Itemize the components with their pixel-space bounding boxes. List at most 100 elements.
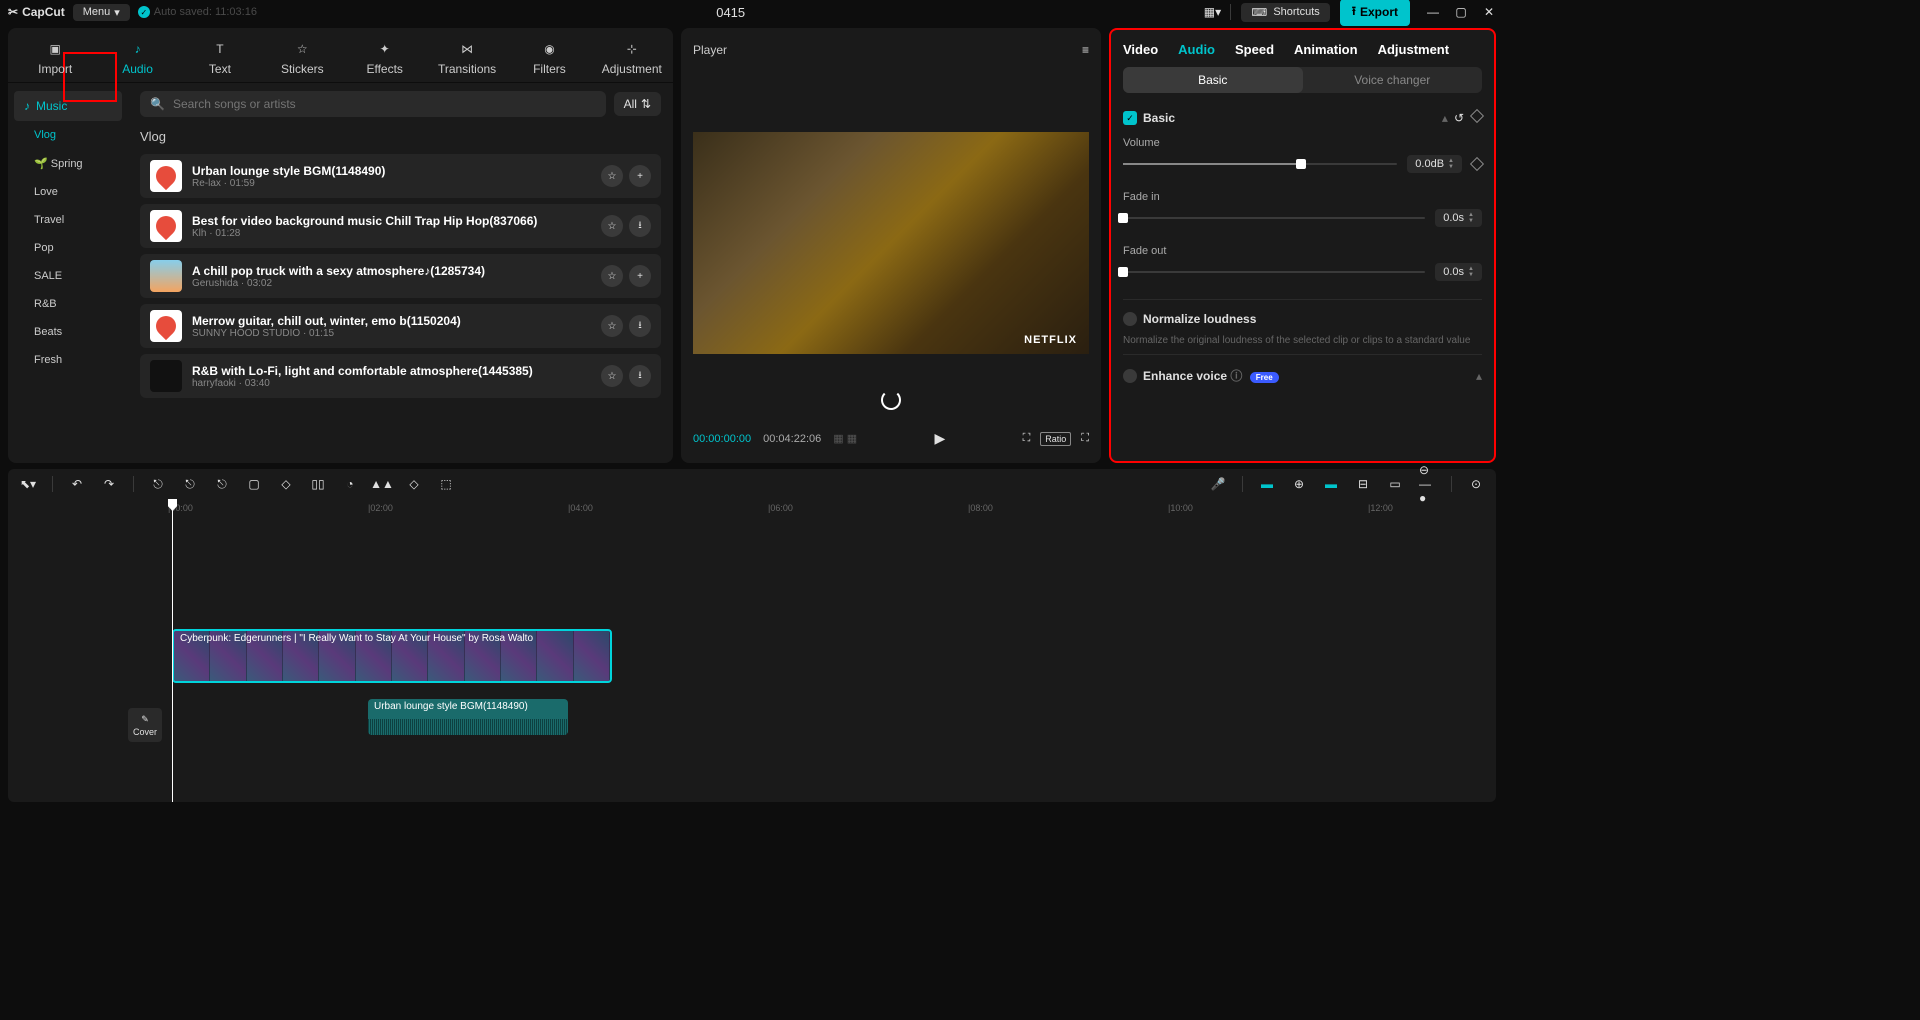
normalize-checkbox[interactable] [1123, 312, 1137, 326]
playhead[interactable] [172, 499, 173, 802]
split-right-icon[interactable]: ⎋ [214, 476, 230, 492]
redo-icon[interactable]: ↷ [101, 476, 117, 492]
play-button[interactable]: ▶ [934, 430, 945, 447]
track-item[interactable]: A chill pop truck with a sexy atmosphere… [140, 254, 661, 298]
volume-value[interactable]: 0.0dB▲▼ [1407, 155, 1462, 173]
media-tab-effects[interactable]: ✦Effects [344, 34, 426, 82]
audio-clip[interactable]: Urban lounge style BGM(1148490) [368, 699, 568, 735]
undo-icon[interactable]: ↶ [69, 476, 85, 492]
time-current: 00:00:00:00 [693, 433, 751, 445]
export-button[interactable]: ⭱Export [1340, 0, 1410, 26]
cursor-icon[interactable]: ⬉▾ [20, 476, 36, 492]
basic-checkbox[interactable]: ✓ [1123, 111, 1137, 125]
sidebar-item-sale[interactable]: SALE [8, 262, 128, 290]
track-item[interactable]: R&B with Lo-Fi, light and comfortable at… [140, 354, 661, 398]
info-icon[interactable]: ⓘ [1230, 369, 1242, 383]
props-tab-video[interactable]: Video [1123, 42, 1158, 57]
favorite-icon[interactable]: ☆ [601, 265, 623, 287]
cover-button[interactable]: ✎Cover [128, 708, 162, 742]
download-icon[interactable]: ⭳ [629, 215, 651, 237]
sidebar-item-love[interactable]: Love [8, 178, 128, 206]
delete-icon[interactable]: ▢ [246, 476, 262, 492]
media-tab-import[interactable]: ▣Import [14, 34, 96, 82]
crop-icon[interactable]: ⬚ [438, 476, 454, 492]
media-tab-adjustment[interactable]: ⊹Adjustment [591, 34, 673, 82]
props-tab-speed[interactable]: Speed [1235, 42, 1274, 57]
zoom-fit-icon[interactable]: ⊙ [1468, 476, 1484, 492]
props-tab-audio[interactable]: Audio [1178, 42, 1215, 57]
media-tab-filters[interactable]: ◉Filters [508, 34, 590, 82]
sub-tab-voice-changer[interactable]: Voice changer [1303, 67, 1483, 93]
mirror-icon[interactable]: ▲▲ [374, 476, 390, 492]
video-clip[interactable]: Cyberpunk: Edgerunners | "I Really Want … [172, 629, 612, 683]
media-tab-audio[interactable]: ♪Audio [96, 34, 178, 82]
track-item[interactable]: Urban lounge style BGM(1148490) Re-lax ·… [140, 154, 661, 198]
volume-slider[interactable] [1123, 163, 1397, 165]
sidebar-item-spring[interactable]: 🌱 Spring [8, 149, 128, 178]
media-tab-stickers[interactable]: ☆Stickers [261, 34, 343, 82]
sidebar-item-r&b[interactable]: R&B [8, 290, 128, 318]
download-icon[interactable]: ⭳ [629, 365, 651, 387]
split-left-icon[interactable]: ⎋ [182, 476, 198, 492]
keyframe-icon[interactable] [1470, 109, 1484, 123]
ratio-button[interactable]: Ratio [1040, 432, 1071, 446]
adjustment-icon: ⊹ [623, 40, 641, 58]
align-icon[interactable]: ⊕ [1291, 476, 1307, 492]
media-tab-transitions[interactable]: ⋈Transitions [426, 34, 508, 82]
sidebar-item-vlog[interactable]: Vlog [8, 121, 128, 149]
sidebar-item-pop[interactable]: Pop [8, 234, 128, 262]
favorite-icon[interactable]: ☆ [601, 365, 623, 387]
split-icon[interactable]: ⎋ [150, 476, 166, 492]
chevron-icon[interactable]: ▴ [1476, 369, 1482, 383]
fadein-value[interactable]: 0.0s▲▼ [1435, 209, 1482, 227]
ruler-mark: |08:00 [968, 503, 993, 513]
favorite-icon[interactable]: ☆ [601, 315, 623, 337]
fadein-slider[interactable] [1123, 217, 1425, 219]
track-item[interactable]: Best for video background music Chill Tr… [140, 204, 661, 248]
preview-icon[interactable]: ▭ [1387, 476, 1403, 492]
keyframe-icon[interactable] [1470, 157, 1484, 171]
favorite-icon[interactable]: ☆ [601, 165, 623, 187]
minimize-icon[interactable]: — [1426, 5, 1440, 19]
search-input[interactable] [173, 97, 596, 111]
plus-icon[interactable]: + [629, 265, 651, 287]
player-viewport[interactable]: NETFLIX [693, 132, 1089, 355]
fullscreen-icon[interactable]: ⛶ [1081, 432, 1089, 445]
favorite-icon[interactable]: ☆ [601, 215, 623, 237]
props-tab-animation[interactable]: Animation [1294, 42, 1358, 57]
sidebar-item-fresh[interactable]: Fresh [8, 346, 128, 374]
sub-tab-basic[interactable]: Basic [1123, 67, 1303, 93]
rotate-icon[interactable]: ◇ [406, 476, 422, 492]
layout-icon[interactable]: ▦▾ [1204, 4, 1220, 20]
track-item[interactable]: Merrow guitar, chill out, winter, emo b(… [140, 304, 661, 348]
fadeout-value[interactable]: 0.0s▲▼ [1435, 263, 1482, 281]
link-icon[interactable]: ⊟ [1355, 476, 1371, 492]
scan-icon[interactable]: ⛶ [1023, 432, 1031, 445]
reset-icon[interactable]: ↺ [1454, 111, 1464, 125]
player-menu-icon[interactable]: ≡ [1082, 43, 1089, 57]
menu-button[interactable]: Menu ▾ [73, 4, 130, 21]
magnet-main-icon[interactable]: ▬ [1259, 476, 1275, 492]
chevron-up-icon[interactable]: ▴ [1442, 111, 1448, 125]
close-icon[interactable]: ✕ [1482, 5, 1496, 19]
media-tab-text[interactable]: TText [179, 34, 261, 82]
mic-icon[interactable]: 🎤 [1210, 476, 1226, 492]
maximize-icon[interactable]: ▢ [1454, 5, 1468, 19]
sidebar-item-beats[interactable]: Beats [8, 318, 128, 346]
reverse-icon[interactable]: ◔ [342, 476, 358, 492]
download-icon[interactable]: ⭳ [629, 315, 651, 337]
plus-icon[interactable]: + [629, 165, 651, 187]
zoom-out-icon[interactable]: ⊖—● [1419, 476, 1435, 492]
props-tab-adjustment[interactable]: Adjustment [1378, 42, 1450, 57]
fadeout-slider[interactable] [1123, 271, 1425, 273]
enhance-checkbox[interactable] [1123, 369, 1137, 383]
sidebar-item-travel[interactable]: Travel [8, 206, 128, 234]
track-meta: Re-lax · 01:59 [192, 178, 591, 189]
search-box[interactable]: 🔍 [140, 91, 606, 117]
copy-icon[interactable]: ▯▯ [310, 476, 326, 492]
grid-icon[interactable]: ▦ ▦ [833, 432, 857, 445]
shortcuts-button[interactable]: ⌨Shortcuts [1241, 3, 1329, 22]
all-filter-button[interactable]: All ⇅ [614, 92, 661, 116]
tag-icon[interactable]: ◇ [278, 476, 294, 492]
magnet-icon[interactable]: ▬ [1323, 476, 1339, 492]
